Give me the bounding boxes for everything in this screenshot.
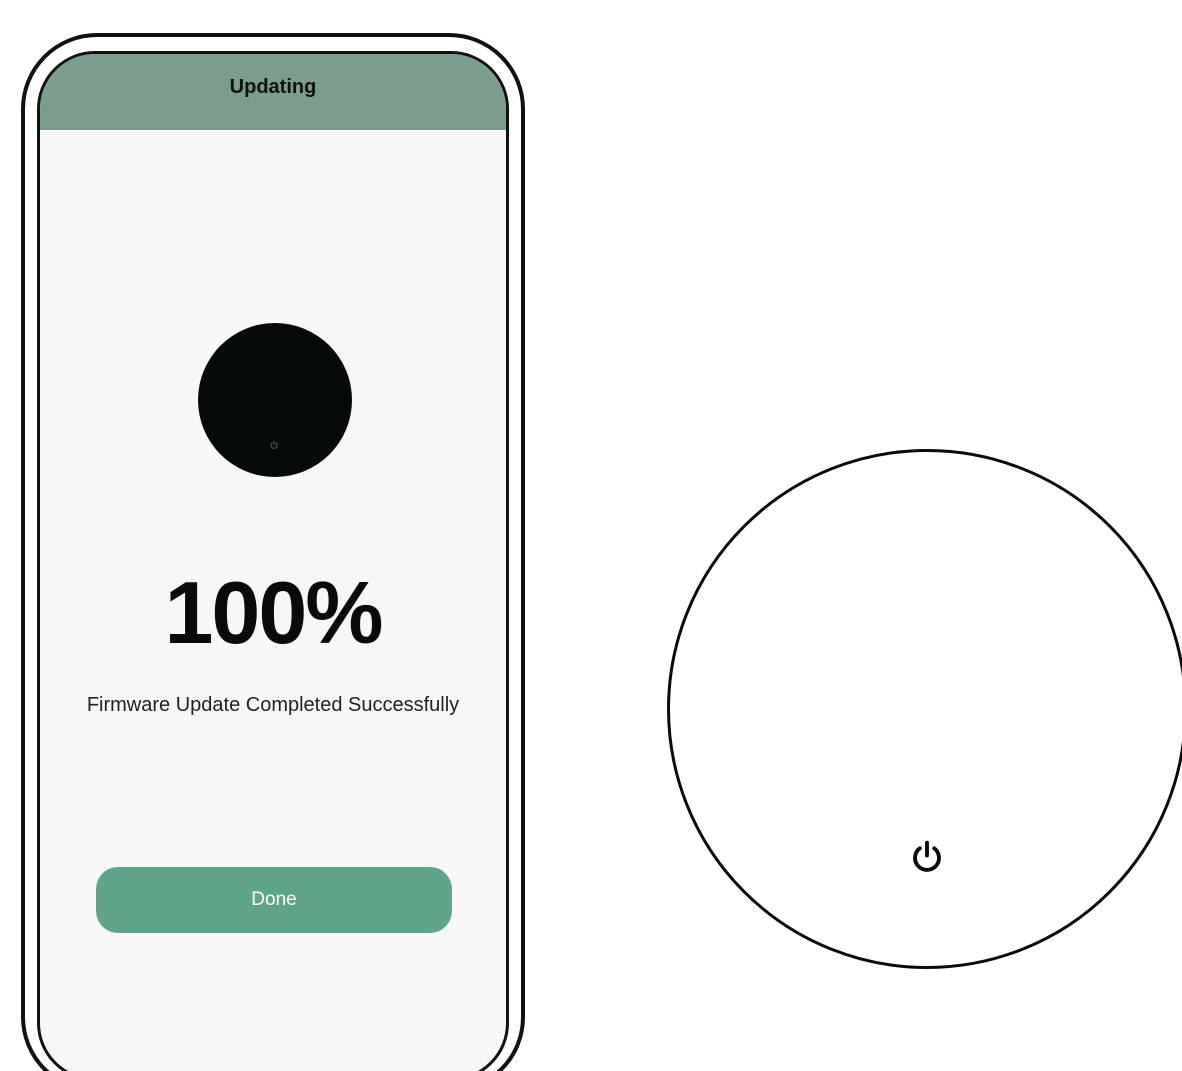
stage: Updating 100% Firmware Update Completed … — [0, 0, 1182, 1071]
update-status-text: Firmware Update Completed Successfully — [86, 694, 460, 716]
power-icon — [270, 440, 278, 449]
power-icon — [913, 840, 941, 872]
done-button[interactable]: Done — [96, 867, 452, 933]
app-header: Updating — [40, 54, 506, 130]
page-title: Updating — [229, 75, 317, 98]
device-illustration — [667, 449, 1182, 969]
phone-screen: Updating 100% Firmware Update Completed … — [37, 51, 509, 1071]
device-image — [198, 323, 352, 477]
progress-percentage: 100% — [164, 563, 383, 662]
